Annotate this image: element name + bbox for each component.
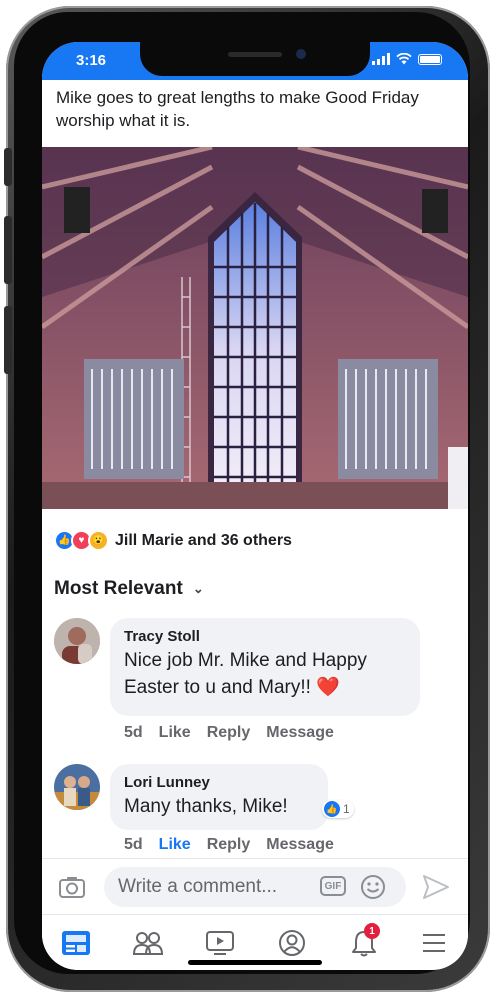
- news-feed-icon: [62, 931, 90, 955]
- home-indicator: [188, 960, 322, 965]
- watch-icon: [206, 931, 234, 955]
- comment-text: Nice job Mr. Mike and Happy Easter to u …: [124, 650, 367, 698]
- avatar[interactable]: [54, 764, 100, 810]
- nav-notifications[interactable]: 1: [334, 915, 394, 970]
- status-icons: [372, 53, 442, 65]
- comment-author[interactable]: Lori Lunney: [124, 774, 314, 791]
- reply-link[interactable]: Reply: [207, 724, 251, 742]
- reactions-text: Jill Marie and 36 others: [115, 531, 292, 549]
- post-photo[interactable]: [42, 147, 468, 509]
- notifications-badge: 1: [364, 923, 380, 939]
- comment-composer: Write a comment... GIF: [42, 858, 468, 915]
- nav-menu[interactable]: [404, 915, 464, 970]
- wifi-icon: [396, 53, 412, 65]
- comment-reaction-count[interactable]: 👍 1: [322, 800, 354, 818]
- like-link[interactable]: Like: [159, 836, 191, 854]
- sort-label: Most Relevant: [54, 578, 183, 599]
- signal-icon: [372, 53, 390, 65]
- screen: 3:16 Mike goes to great lengths to make …: [42, 42, 468, 970]
- comment-text: Many thanks, Mike!: [124, 796, 288, 817]
- comment-time: 5d: [124, 836, 143, 853]
- like-reaction-icon: 👍: [324, 801, 340, 817]
- comment-author[interactable]: Tracy Stoll: [124, 628, 406, 645]
- front-camera: [296, 49, 306, 59]
- speaker: [228, 52, 282, 57]
- avatar[interactable]: [54, 618, 100, 664]
- comment-input[interactable]: Write a comment... GIF: [104, 867, 406, 907]
- message-link[interactable]: Message: [266, 724, 334, 742]
- silent-switch: [4, 148, 12, 186]
- comment-actions: 5d Like Reply Message: [124, 836, 334, 854]
- battery-icon: [418, 53, 442, 65]
- message-link[interactable]: Message: [266, 836, 334, 854]
- chevron-down-icon: ⌄: [192, 581, 204, 596]
- nav-news-feed[interactable]: [46, 915, 106, 970]
- groups-icon: [132, 932, 164, 955]
- reply-link[interactable]: Reply: [207, 836, 251, 854]
- send-icon[interactable]: [422, 874, 450, 900]
- status-time: 3:16: [76, 52, 107, 69]
- volume-down-button: [4, 306, 12, 374]
- emoji-icon[interactable]: [360, 874, 386, 900]
- like-link[interactable]: Like: [159, 724, 191, 742]
- comment-input-placeholder: Write a comment...: [118, 876, 278, 897]
- comments-sort-dropdown[interactable]: Most Relevant ⌄: [54, 578, 204, 600]
- wow-reaction-icon: 😮: [88, 530, 109, 551]
- notch: [140, 42, 370, 76]
- comment-bubble[interactable]: Lori Lunney Many thanks, Mike!: [110, 764, 328, 830]
- profile-icon: [279, 930, 305, 956]
- volume-up-button: [4, 216, 12, 284]
- post-text: Mike goes to great lengths to make Good …: [56, 88, 419, 130]
- gif-icon[interactable]: GIF: [320, 876, 346, 896]
- reaction-count: 1: [343, 802, 350, 816]
- nav-groups[interactable]: [118, 915, 178, 970]
- comment-bubble[interactable]: Tracy Stoll Nice job Mr. Mike and Happy …: [110, 618, 420, 716]
- comment-actions: 5d Like Reply Message: [124, 724, 334, 742]
- comment-time: 5d: [124, 724, 143, 741]
- menu-icon: [423, 934, 445, 952]
- camera-icon[interactable]: [58, 875, 86, 899]
- reactions-summary[interactable]: 👍 ♥ 😮 Jill Marie and 36 others: [54, 530, 292, 551]
